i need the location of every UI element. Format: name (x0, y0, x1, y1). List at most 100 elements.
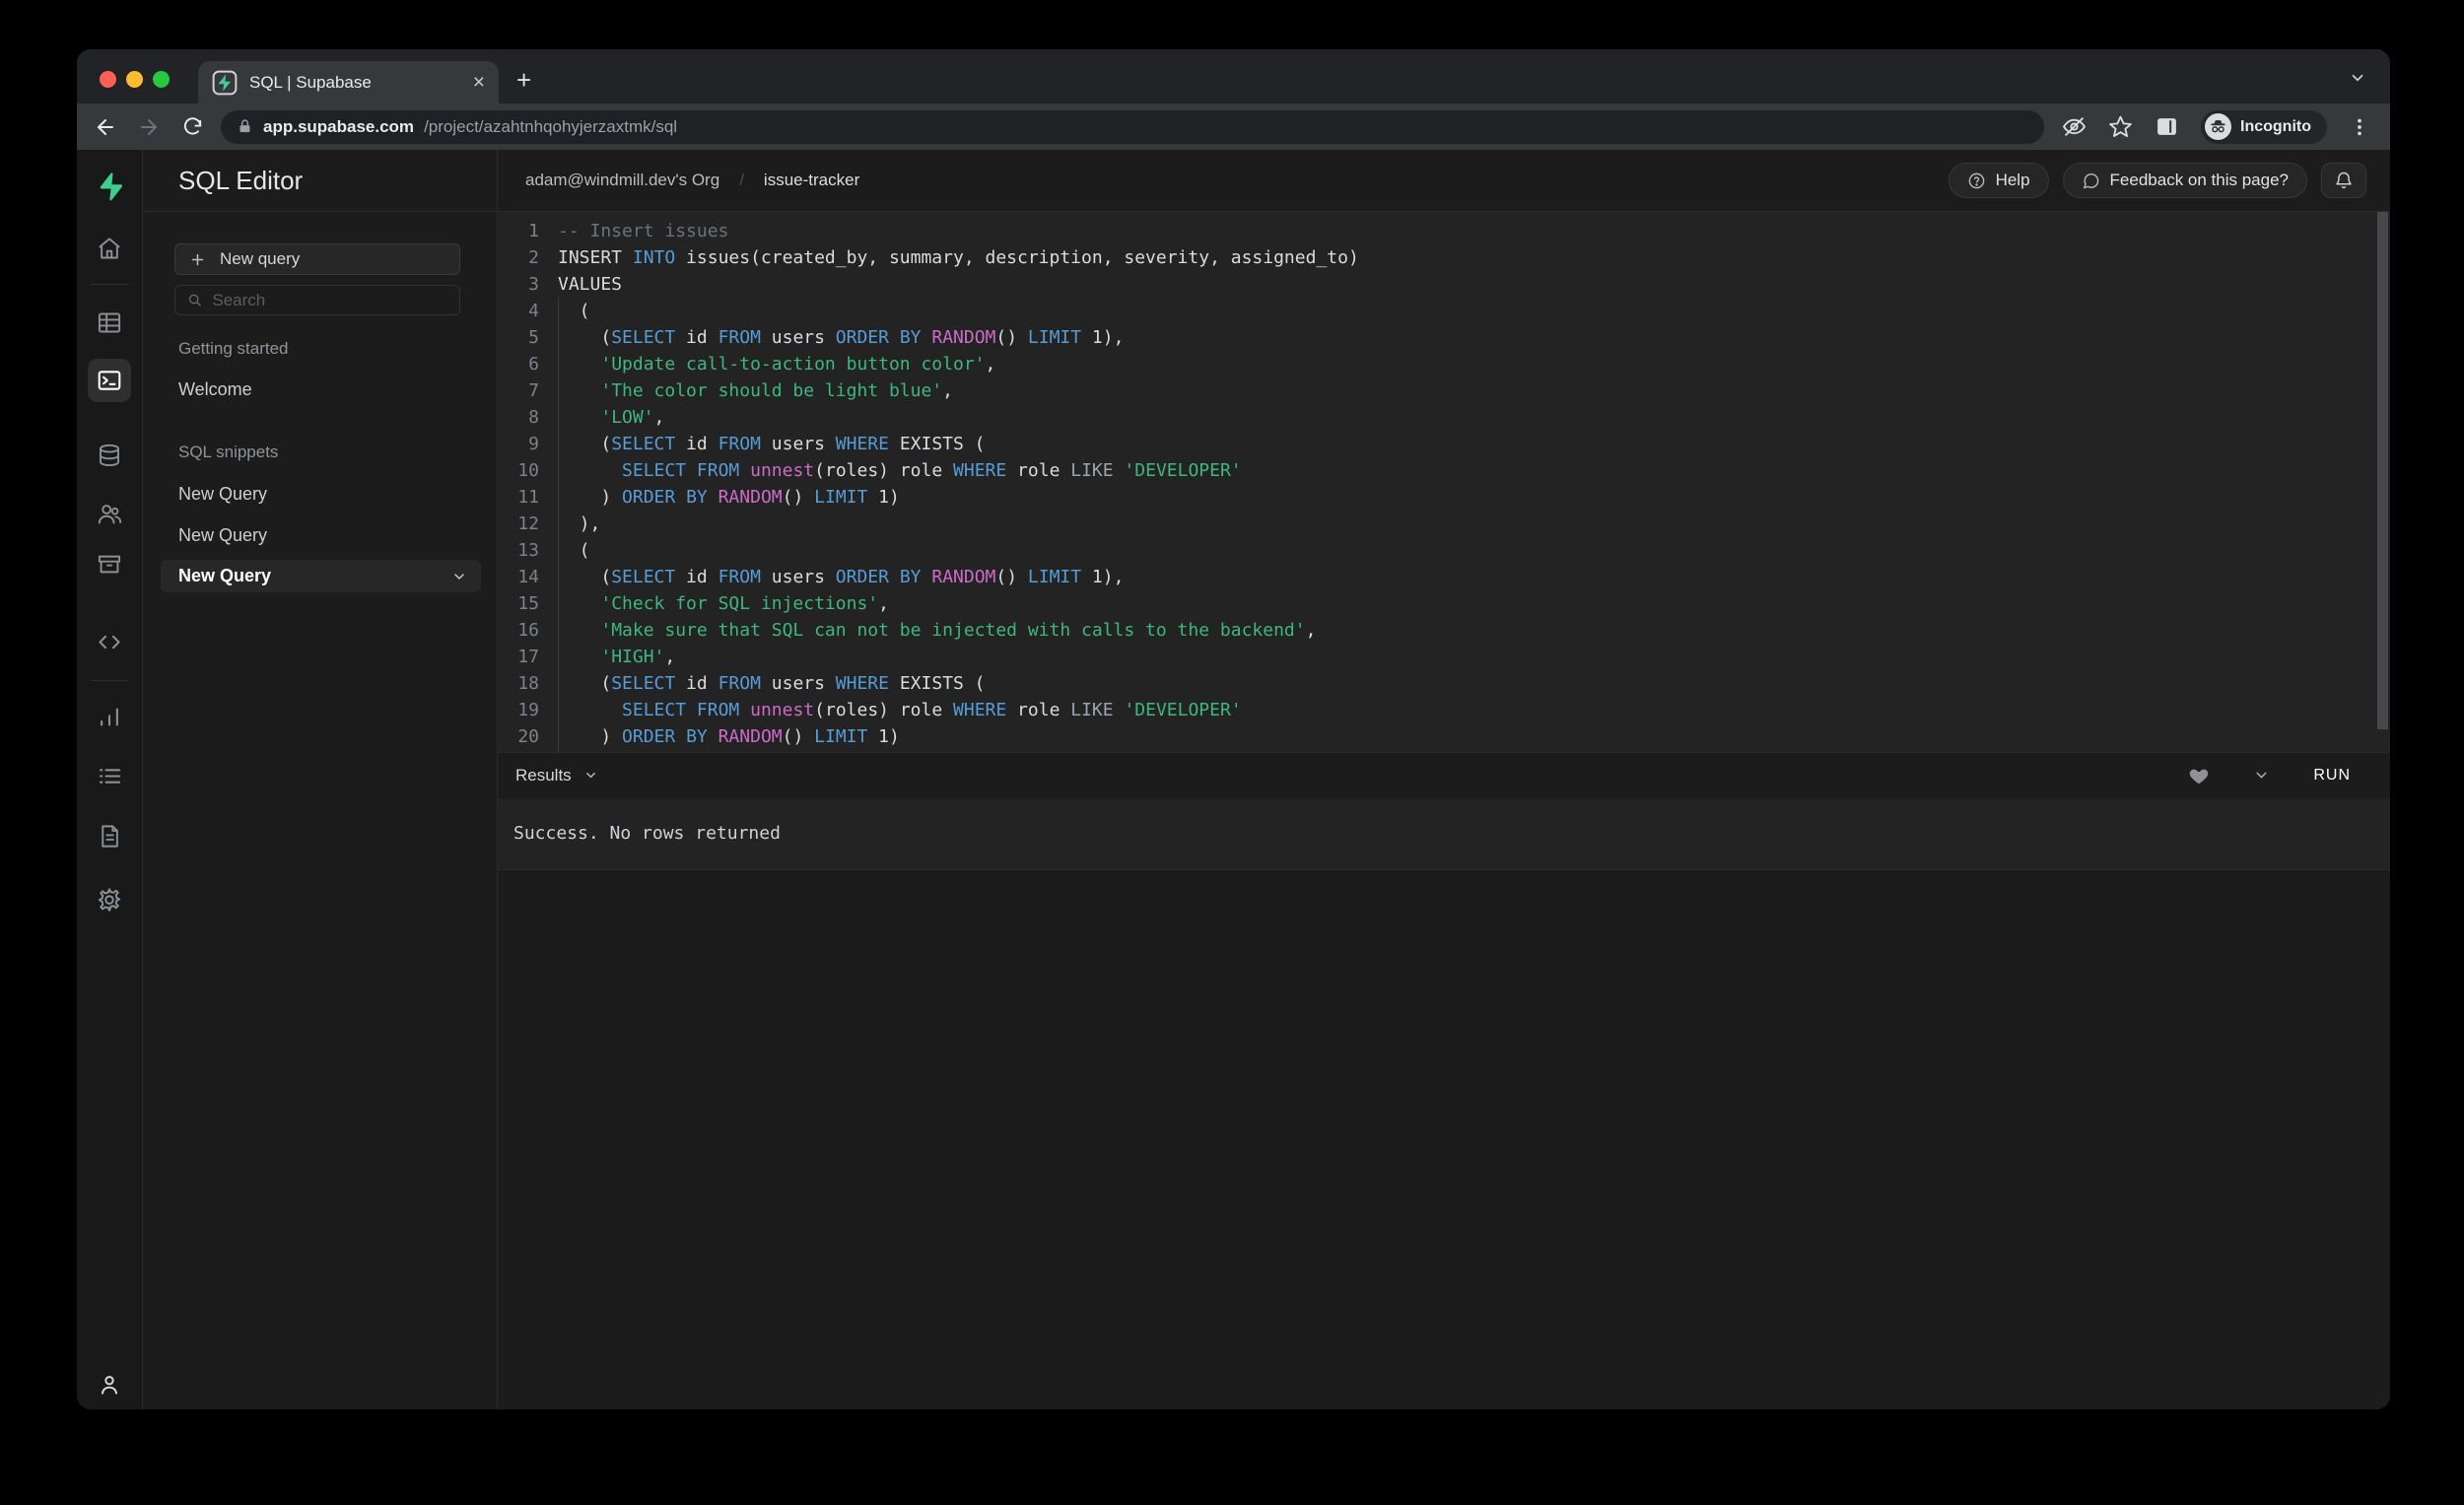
sidebar-item-new-query-2[interactable]: New Query (178, 525, 267, 546)
code-line: 10 SELECT FROM unnest(roles) role WHERE … (498, 457, 2390, 484)
search-icon (188, 294, 201, 307)
line-number: 12 (517, 513, 539, 534)
reports-icon[interactable] (97, 704, 123, 730)
search-input[interactable] (212, 290, 447, 310)
run-options-chevron-icon[interactable] (2253, 767, 2270, 784)
help-circle-icon (1968, 172, 1984, 188)
side-panel-icon[interactable] (2155, 114, 2179, 139)
nav-rail (77, 150, 143, 1409)
supabase-logo[interactable] (95, 171, 124, 201)
tab-close-icon[interactable]: × (473, 72, 485, 93)
reload-button[interactable] (177, 112, 207, 142)
code-line: 4 ( (498, 298, 2390, 324)
editor-scrollbar[interactable] (2377, 212, 2388, 729)
forward-button[interactable] (134, 112, 164, 142)
code-line: 18 (SELECT id FROM users WHERE EXISTS ( (498, 670, 2390, 697)
sidebar-item-new-query-active[interactable]: New Query (161, 560, 481, 592)
home-icon[interactable] (97, 236, 123, 262)
snippet-search[interactable] (174, 285, 460, 315)
favorite-heart-icon[interactable] (2188, 765, 2210, 787)
supabase-app: SQL Editor New query Getting started Wel… (77, 150, 2390, 1409)
rail-divider (91, 680, 129, 681)
code-line: 8 'LOW', (498, 404, 2390, 431)
chevron-down-icon (585, 772, 595, 779)
bell-icon (2336, 171, 2352, 189)
tab-title: SQL | Supabase (249, 72, 372, 92)
code-line: 5 (SELECT id FROM users ORDER BY RANDOM(… (498, 324, 2390, 351)
url-bar[interactable]: app.supabase.com/project/azahtnhqohyjerz… (221, 109, 2045, 144)
api-code-icon[interactable] (97, 629, 123, 655)
sidebar-header: SQL Editor (143, 150, 497, 212)
account-avatar-icon[interactable] (97, 1372, 122, 1398)
line-number: 10 (517, 460, 539, 481)
code-line: 19 SELECT FROM unnest(roles) role WHERE … (498, 697, 2390, 723)
feedback-button[interactable]: Feedback on this page? (2062, 163, 2307, 198)
line-number: 13 (517, 540, 539, 561)
rail-divider (91, 284, 129, 285)
code-line: 15 'Check for SQL injections', (498, 590, 2390, 617)
results-output: Success. No rows returned (498, 797, 2390, 870)
browser-menu-kebab-icon[interactable] (2349, 116, 2370, 138)
tab-strip: SQL | Supabase × + (77, 49, 2390, 103)
sql-editor-item-active[interactable] (88, 359, 131, 402)
new-tab-button[interactable]: + (516, 65, 531, 96)
incognito-badge[interactable]: Incognito (2201, 109, 2327, 144)
plus-icon (191, 253, 204, 265)
sql-editor[interactable]: 1 -- Insert issues 2 INSERT INTO issues(cre… (498, 212, 2390, 752)
notifications-button[interactable] (2321, 163, 2366, 198)
eye-off-icon[interactable] (2062, 114, 2087, 139)
storage-icon[interactable] (97, 551, 123, 578)
line-number: 4 (528, 301, 539, 321)
breadcrumb-org[interactable]: adam@windmill.dev's Org (525, 171, 719, 190)
line-number: 19 (517, 700, 539, 720)
browser-tab[interactable]: SQL | Supabase × (198, 61, 499, 103)
line-number: 18 (517, 673, 539, 694)
run-button[interactable]: RUN (2313, 767, 2351, 785)
code-line: 6 'Update call-to-action button color', (498, 351, 2390, 377)
window-minimize-button[interactable] (126, 71, 143, 88)
browser-toolbar: app.supabase.com/project/azahtnhqohyjerz… (77, 103, 2390, 150)
sidebar-item-new-query-1[interactable]: New Query (178, 484, 267, 505)
url-host: app.supabase.com (263, 116, 415, 136)
line-number: 11 (517, 487, 539, 508)
tab-search-chevron-icon[interactable] (2349, 69, 2366, 87)
code-lines: 1 -- Insert issues 2 INSERT INTO issues(cre… (498, 218, 2390, 752)
line-number: 1 (528, 221, 539, 241)
window-close-button[interactable] (100, 71, 116, 88)
docs-file-icon[interactable] (97, 823, 123, 850)
code-line: 17 'HIGH', (498, 644, 2390, 670)
footer-strip (498, 869, 2390, 1409)
table-editor-icon[interactable] (97, 309, 123, 336)
incognito-label: Incognito (2240, 117, 2311, 135)
line-number: 8 (528, 407, 539, 428)
results-dropdown[interactable]: Results (515, 766, 2188, 786)
back-button[interactable] (91, 112, 120, 142)
line-number: 17 (517, 647, 539, 667)
chevron-down-icon (454, 573, 464, 580)
auth-users-icon[interactable] (97, 501, 123, 527)
breadcrumb-project[interactable]: issue-tracker (764, 171, 859, 190)
sql-editor-sidebar: SQL Editor New query Getting started Wel… (143, 150, 498, 1409)
line-number: 5 (528, 327, 539, 348)
line-number: 20 (517, 726, 539, 747)
url-path: /project/azahtnhqohyjerzaxtmk/sql (424, 116, 678, 136)
bookmark-star-icon[interactable] (2108, 114, 2133, 139)
breadcrumb: adam@windmill.dev's Org / issue-tracker (525, 171, 1949, 190)
main-panel: adam@windmill.dev's Org / issue-tracker … (498, 150, 2390, 1409)
sidebar-item-welcome[interactable]: Welcome (178, 379, 252, 400)
code-line: 14 (SELECT id FROM users ORDER BY RANDOM… (498, 564, 2390, 590)
line-number: 14 (517, 567, 539, 587)
code-line: 20 ) ORDER BY RANDOM() LIMIT 1) (498, 723, 2390, 750)
window-zoom-button[interactable] (153, 71, 170, 88)
section-label-sql-snippets: SQL snippets (178, 443, 279, 461)
code-line: 1 -- Insert issues (498, 218, 2390, 244)
database-icon[interactable] (97, 443, 123, 469)
logs-list-icon[interactable] (97, 763, 123, 789)
help-button[interactable]: Help (1948, 163, 2049, 198)
code-line: 12 ), (498, 511, 2390, 537)
new-query-button[interactable]: New query (174, 243, 460, 275)
line-number: 16 (517, 620, 539, 641)
breadcrumb-separator: / (739, 171, 744, 189)
settings-gear-icon[interactable] (96, 886, 123, 914)
tab-favicon-supabase (212, 70, 238, 96)
